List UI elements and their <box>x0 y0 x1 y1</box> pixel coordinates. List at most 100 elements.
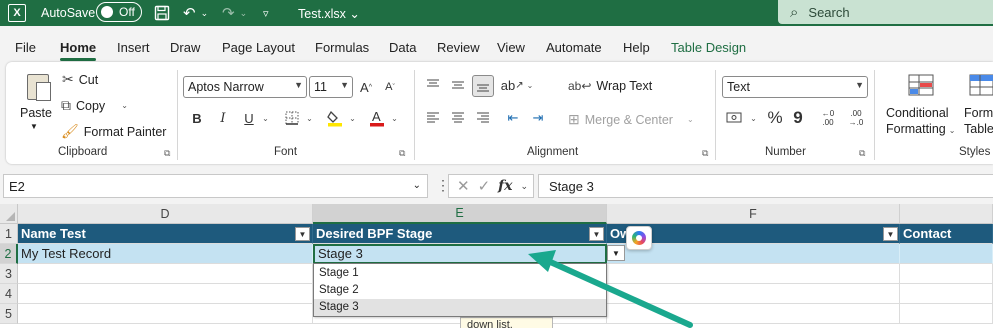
tab-file[interactable]: File <box>15 40 36 55</box>
undo-icon[interactable]: ↶ ⌄ <box>183 3 208 23</box>
row-header-1[interactable]: 1 <box>0 224 18 244</box>
font-size-select[interactable]: 11 ▼ <box>309 76 353 98</box>
middle-align-icon[interactable] <box>449 76 467 94</box>
file-name[interactable]: Test.xlsx ⌄ <box>298 2 360 24</box>
conditional-formatting-icon[interactable] <box>906 72 936 98</box>
font-color-icon[interactable]: A <box>368 108 386 128</box>
enter-icon[interactable]: ✓ <box>478 177 491 195</box>
align-left-icon[interactable] <box>424 109 442 127</box>
number-launcher-icon[interactable]: ⧉ <box>859 148 865 159</box>
wrap-text-button[interactable]: ab↩ Wrap Text <box>568 79 652 93</box>
tab-data[interactable]: Data <box>389 40 416 55</box>
format-painter-button[interactable]: 🖌 Format Painter <box>61 123 166 140</box>
tab-formulas[interactable]: Formulas <box>315 40 369 55</box>
merge-center-button[interactable]: ⊞ Merge & Center ⌄ <box>568 111 694 128</box>
cell-g4[interactable] <box>900 284 993 304</box>
validation-dropdown-arrow-icon[interactable]: ▼ <box>607 245 625 261</box>
increase-indent-icon[interactable]: ⇥ <box>528 109 548 127</box>
cell-d5[interactable] <box>18 304 313 324</box>
alignment-launcher-icon[interactable]: ⧉ <box>702 148 708 159</box>
dropdown-option-stage-3[interactable]: Stage 3 <box>314 299 606 316</box>
italic-button[interactable]: I <box>215 109 231 127</box>
fill-color-dropdown-icon[interactable]: ⌄ <box>345 111 357 125</box>
formula-input[interactable]: Stage 3 <box>538 174 993 198</box>
filter-dropdown-name-test[interactable]: ▼ <box>295 227 310 241</box>
align-center-icon[interactable] <box>449 109 467 127</box>
paste-icon[interactable] <box>24 72 52 102</box>
filter-dropdown-desired-bpf-stage[interactable]: ▼ <box>589 227 604 241</box>
format-as-table-icon[interactable] <box>968 72 993 98</box>
tab-home[interactable]: Home <box>60 40 97 61</box>
number-format-select[interactable]: Text ▼ <box>722 76 868 98</box>
copy-button[interactable]: ⧉ Copy ⌄ <box>61 97 128 114</box>
fill-color-icon[interactable] <box>326 108 344 128</box>
borders-dropdown-icon[interactable]: ⌄ <box>302 111 314 125</box>
table-header-contact[interactable]: Contact <box>900 224 993 244</box>
comma-style-button[interactable]: 9 <box>790 107 806 129</box>
select-all-button[interactable] <box>0 204 18 224</box>
paste-button[interactable]: Paste <box>20 106 52 120</box>
tab-review[interactable]: Review <box>437 40 480 55</box>
column-header-e[interactable]: E <box>313 204 607 224</box>
underline-dropdown-icon[interactable]: ⌄ <box>258 111 270 125</box>
dropdown-option-stage-2[interactable]: Stage 2 <box>314 282 606 299</box>
decrease-decimal-icon[interactable]: .00 →.0 <box>844 106 868 130</box>
row-header-5[interactable]: 5 <box>0 304 18 324</box>
accounting-format-icon[interactable] <box>722 109 748 127</box>
clipboard-launcher-icon[interactable]: ⧉ <box>164 148 170 159</box>
tab-page-layout[interactable]: Page Layout <box>222 40 295 55</box>
decrease-indent-icon[interactable]: ⇤ <box>503 109 523 127</box>
tab-automate[interactable]: Automate <box>546 40 602 55</box>
tab-help[interactable]: Help <box>623 40 650 55</box>
bottom-align-icon[interactable] <box>472 75 494 97</box>
borders-icon[interactable] <box>283 109 301 127</box>
underline-button[interactable]: U <box>241 109 257 127</box>
save-icon[interactable] <box>154 3 170 23</box>
cell-d2[interactable]: My Test Record <box>18 244 313 264</box>
cell-d4[interactable] <box>18 284 313 304</box>
bold-button[interactable]: B <box>189 109 205 127</box>
increase-decimal-icon[interactable]: ←0.00 <box>816 106 840 130</box>
cell-g5[interactable] <box>900 304 993 324</box>
search-box[interactable]: ⌕ Search <box>778 0 993 24</box>
dropdown-option-stage-1[interactable]: Stage 1 <box>314 265 606 282</box>
tab-draw[interactable]: Draw <box>170 40 200 55</box>
percent-button[interactable]: % <box>765 107 785 129</box>
tab-insert[interactable]: Insert <box>117 40 150 55</box>
column-header-f[interactable]: F <box>607 204 900 224</box>
accounting-dropdown-icon[interactable]: ⌄ <box>746 111 758 125</box>
tab-view[interactable]: View <box>497 40 525 55</box>
row-header-3[interactable]: 3 <box>0 264 18 284</box>
copilot-button[interactable] <box>626 226 652 250</box>
cell-d3[interactable] <box>18 264 313 284</box>
paste-dropdown-icon[interactable]: ▼ <box>30 122 38 131</box>
cell-f3[interactable] <box>607 264 900 284</box>
redo-icon[interactable]: ↷ ⌄ <box>222 3 247 23</box>
font-launcher-icon[interactable]: ⧉ <box>399 148 405 159</box>
customize-toolbar-icon[interactable]: ▿ <box>263 3 269 23</box>
top-align-icon[interactable] <box>424 76 442 94</box>
align-right-icon[interactable] <box>474 109 492 127</box>
cell-f4[interactable] <box>607 284 900 304</box>
table-header-name-test[interactable]: Name Test <box>18 224 313 244</box>
cut-button[interactable]: ✂ Cut <box>62 71 98 88</box>
cell-f5[interactable] <box>607 304 900 324</box>
font-color-dropdown-icon[interactable]: ⌄ <box>387 111 399 125</box>
row-header-4[interactable]: 4 <box>0 284 18 304</box>
orientation-icon[interactable]: ab ↗ ⌄ <box>501 76 534 94</box>
cancel-icon[interactable]: ✕ <box>457 177 470 195</box>
cell-e2[interactable]: Stage 3 <box>313 244 607 264</box>
increase-font-icon[interactable]: A ^ <box>357 78 375 96</box>
cell-g3[interactable] <box>900 264 993 284</box>
font-family-select[interactable]: Aptos Narrow ▼ <box>183 76 307 98</box>
column-header-g[interactable] <box>900 204 993 224</box>
column-header-d[interactable]: D <box>18 204 313 224</box>
conditional-formatting-button[interactable]: Conditional Formatting ⌄ <box>886 105 955 139</box>
cell-g2[interactable] <box>900 244 993 264</box>
format-as-table-button[interactable]: Format Table <box>964 105 993 137</box>
filter-dropdown-owner[interactable]: ▼ <box>883 227 898 241</box>
row-header-2[interactable]: 2 <box>0 244 18 264</box>
tab-table-design[interactable]: Table Design <box>671 40 746 55</box>
insert-function-icon[interactable]: fx <box>498 178 512 194</box>
function-dropdown-icon[interactable]: ⌄ <box>521 181 529 192</box>
